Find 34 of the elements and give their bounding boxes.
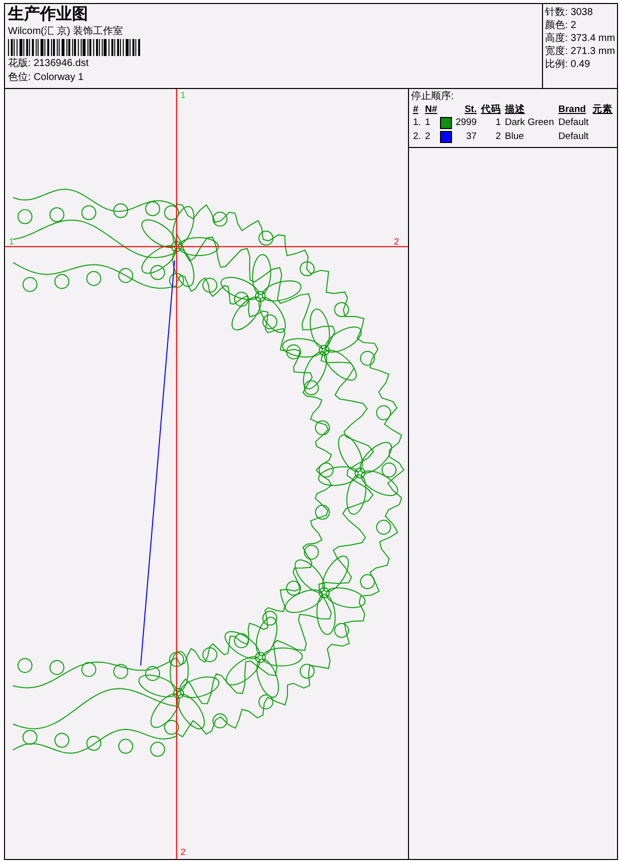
table-cell-text: Dark Green	[504, 116, 555, 130]
table-cell-text: 2	[424, 130, 432, 144]
sheet-title: 生产作业图	[8, 6, 89, 24]
column-header: 代码	[480, 103, 502, 116]
table-cell-text: Default	[557, 116, 590, 130]
table-cell-text: 2.	[412, 130, 422, 144]
marker-label: 2	[394, 236, 400, 247]
table-cell-text: 1.	[412, 116, 422, 130]
stat-text: 颜色: 2	[545, 19, 578, 32]
marker-label: 1	[9, 236, 14, 247]
design-info: 色位: Colorway 1	[8, 71, 85, 84]
stat-text: 高度: 373.4 mm	[545, 32, 615, 45]
column-header: #	[412, 103, 420, 116]
column-header: N#	[424, 103, 438, 116]
table-cell-text: 37	[465, 130, 478, 144]
marker-label: 1	[180, 90, 186, 100]
stat-text: 宽度: 271.3 mm	[545, 45, 615, 58]
column-header: 描述	[504, 103, 526, 116]
company-name: Wilcom(汇 京) 装饰工作室	[8, 25, 124, 38]
column-header: 元素	[592, 103, 614, 116]
column-header: St.	[464, 103, 478, 116]
table-cell-text: 2999	[454, 116, 478, 130]
column-header: Brand	[557, 103, 587, 116]
table-cell-text: Default	[557, 130, 590, 144]
barcode-icon	[8, 39, 142, 56]
table-cell-text: 1	[494, 116, 502, 130]
marker-label: 2	[180, 847, 186, 857]
design-info: 花版: 2136946.dst	[8, 57, 90, 70]
stat-text: 针数: 3038	[545, 6, 594, 19]
table-cell-text: 1	[424, 116, 432, 130]
stat-text: 比例: 0.49	[545, 58, 592, 71]
stop-sequence-title: 停止顺序:	[411, 90, 455, 103]
table-cell-text: 2	[494, 130, 502, 144]
table-cell-text: Blue	[504, 130, 525, 144]
